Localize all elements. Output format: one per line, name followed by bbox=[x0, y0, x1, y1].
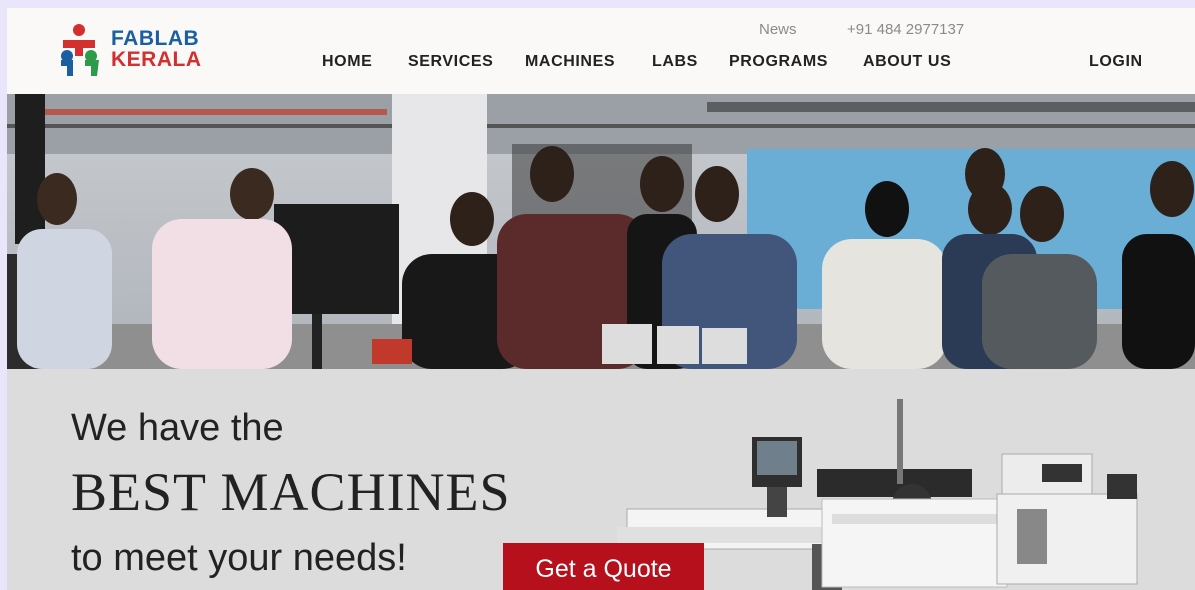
brand-line-2: KERALA bbox=[111, 48, 202, 71]
login-link[interactable]: LOGIN bbox=[1089, 53, 1143, 71]
page: FABLAB KERALA News +91 484 2977137 HOME … bbox=[7, 8, 1195, 590]
banner-line-1: We have the bbox=[71, 407, 284, 449]
nav-programs[interactable]: PROGRAMS bbox=[729, 53, 828, 71]
phone-number[interactable]: +91 484 2977137 bbox=[847, 21, 964, 38]
banner-headline: BEST MACHINES bbox=[71, 462, 511, 522]
nav-labs[interactable]: LABS bbox=[652, 53, 698, 71]
nav-home[interactable]: HOME bbox=[322, 53, 372, 71]
nav-machines[interactable]: MACHINES bbox=[525, 53, 615, 71]
banner-line-3: to meet your needs! bbox=[71, 537, 407, 579]
hero-image-icon bbox=[7, 94, 1195, 369]
site-header: FABLAB KERALA News +91 484 2977137 HOME … bbox=[7, 8, 1195, 94]
brand-name[interactable]: FABLAB KERALA bbox=[111, 28, 202, 70]
get-a-quote-button[interactable]: Get a Quote bbox=[503, 543, 704, 590]
nav-services[interactable]: SERVICES bbox=[408, 53, 493, 71]
hero-photo bbox=[7, 94, 1195, 369]
nav-about-us[interactable]: ABOUT US bbox=[863, 53, 951, 71]
brand-line-1: FABLAB bbox=[111, 27, 200, 50]
news-link[interactable]: News bbox=[759, 21, 797, 38]
machines-banner: We have the BEST MACHINES to meet your n… bbox=[7, 369, 1195, 590]
